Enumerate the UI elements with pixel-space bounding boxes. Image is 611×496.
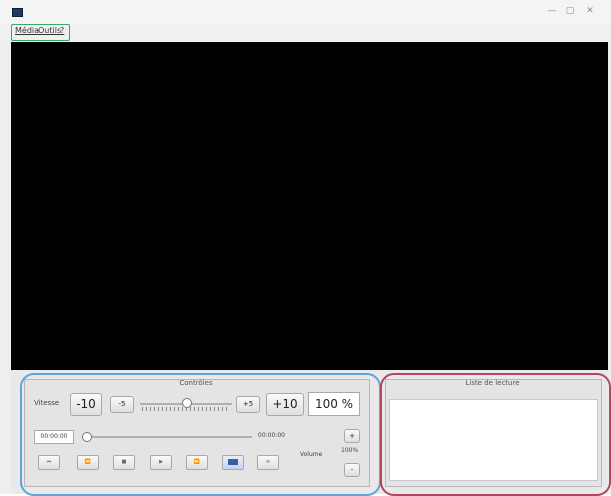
title-bar: — ▢ ✕	[0, 0, 611, 25]
playlist-highlight-box	[380, 373, 611, 496]
menu-bar	[0, 24, 611, 42]
media-player-window: — ▢ ✕ Média Outils ? Contrôles Vitesse -…	[0, 0, 611, 496]
controls-highlight-box	[20, 373, 381, 496]
minimize-button[interactable]: —	[545, 5, 559, 17]
app-icon	[12, 8, 23, 17]
menu-outils[interactable]: Outils	[38, 26, 61, 35]
video-area[interactable]	[11, 42, 608, 370]
maximize-button[interactable]: ▢	[563, 5, 577, 17]
menu-media[interactable]: Média	[15, 26, 39, 35]
menu-help[interactable]: ?	[60, 26, 64, 35]
close-button[interactable]: ✕	[583, 5, 597, 17]
